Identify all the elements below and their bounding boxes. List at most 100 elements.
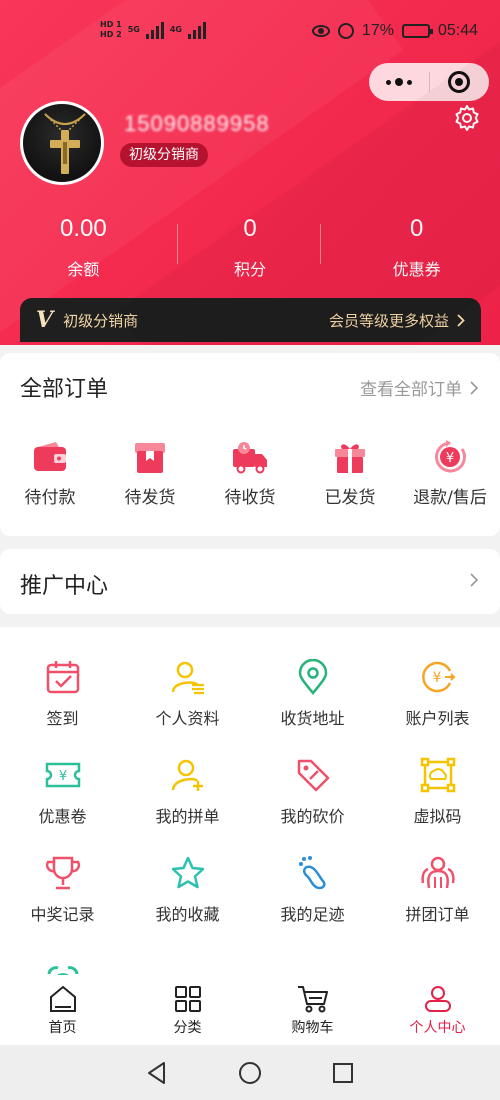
user-profile-icon — [171, 661, 204, 695]
gear-icon — [455, 105, 479, 131]
order-status-label: 退款/售后 — [413, 488, 487, 508]
grid-item-label: 签到 — [46, 709, 79, 728]
stat-value: 0.00 — [59, 215, 107, 242]
grid-item-coupons[interactable]: ¥ 优惠卷 — [0, 757, 125, 827]
avatar[interactable] — [20, 101, 104, 185]
stat-label: 余额 — [67, 260, 100, 279]
user-add-icon — [171, 759, 203, 791]
grid-item-group-orders[interactable]: 拼团订单 — [375, 855, 500, 925]
order-status-label: 待付款 — [24, 488, 76, 508]
back-icon[interactable] — [146, 1061, 168, 1085]
bottom-tab-bar: 首页 分类 购物车 个人中心 — [0, 975, 500, 1045]
grid-item-label: 我的收藏 — [155, 905, 220, 924]
trophy-icon — [45, 856, 80, 890]
settings-button[interactable] — [453, 104, 481, 136]
grid-item-virtual-code[interactable]: 虚拟码 — [375, 757, 500, 827]
calendar-check-icon — [46, 661, 79, 694]
vip-badge-icon: V — [36, 307, 54, 333]
order-status-label: 待收货 — [224, 488, 276, 508]
battery-percent: 17% — [361, 22, 394, 39]
order-pending-payment[interactable]: 待付款 — [0, 439, 100, 508]
signal-indicators: HD 1 HD 2 5G 4G — [100, 20, 206, 40]
more-icon[interactable] — [369, 78, 429, 86]
tab-label: 购物车 — [291, 1020, 334, 1036]
grid-item-address[interactable]: 收货地址 — [250, 659, 375, 729]
vip-benefits-label: 会员等级更多权益 — [328, 311, 449, 330]
miniprogram-capsule — [369, 63, 489, 101]
refund-icon: ¥ — [435, 440, 466, 473]
view-all-orders-link[interactable]: 查看全部订单 — [360, 375, 478, 400]
orders-card: 全部订单 查看全部订单 待付款 待发货 待收货 已发货 ¥ 退款/售后 — [0, 353, 500, 536]
tab-label: 分类 — [173, 1020, 202, 1036]
status-bar: HD 1 HD 2 5G 4G 17% 05:44 — [0, 18, 500, 46]
order-status-label: 已发货 — [324, 488, 376, 508]
vip-benefits-link[interactable]: 会员等级更多权益 — [329, 310, 465, 331]
price-tag-icon — [297, 759, 329, 792]
svg-text:¥: ¥ — [446, 451, 454, 466]
sim2-label: HD 2 — [100, 30, 122, 39]
delivery-truck-icon — [233, 442, 267, 474]
category-grid-icon — [174, 986, 201, 1012]
stat-points[interactable]: 0 积分 — [167, 212, 334, 282]
order-refund-aftersale[interactable]: ¥ 退款/售后 — [400, 439, 500, 508]
gift-icon — [335, 444, 365, 473]
signal-bars-icon — [187, 21, 206, 39]
grid-item-label: 个人资料 — [155, 709, 220, 728]
svg-text:¥: ¥ — [58, 769, 66, 784]
grid-item-footprints[interactable]: 我的足迹 — [250, 855, 375, 925]
grid-item-label: 收货地址 — [280, 709, 345, 728]
group-order-icon — [420, 856, 455, 889]
order-pending-receipt[interactable]: 待收货 — [200, 439, 300, 508]
tab-profile[interactable]: 个人中心 — [375, 975, 500, 1045]
grid-item-accounts[interactable]: ¥ 账户列表 — [375, 659, 500, 729]
view-all-orders-label: 查看全部订单 — [360, 380, 462, 400]
grid-item-checkin[interactable]: 签到 — [0, 659, 125, 729]
grid-item-group-buy[interactable]: 我的拼单 — [125, 757, 250, 827]
user-phone: 15090889958 — [124, 111, 270, 136]
order-status-row: 待付款 待发货 待收货 已发货 ¥ 退款/售后 — [0, 439, 500, 508]
signal-bars-icon — [145, 21, 164, 39]
grid-item-label: 我的足迹 — [280, 905, 345, 924]
vip-bar[interactable]: V 初级分销商 会员等级更多权益 — [20, 298, 481, 342]
eye-icon — [311, 25, 330, 37]
grid-item-bargain[interactable]: 我的砍价 — [250, 757, 375, 827]
package-icon — [135, 443, 165, 473]
cross-pendant-icon — [44, 113, 86, 174]
alarm-icon — [337, 23, 354, 39]
star-icon — [171, 856, 204, 889]
clock: 05:44 — [437, 22, 478, 39]
stat-coupons[interactable]: 0 优惠券 — [333, 212, 500, 282]
person-icon — [424, 986, 451, 1012]
stat-balance[interactable]: 0.00 余额 — [0, 212, 167, 282]
tab-label: 个人中心 — [409, 1020, 466, 1036]
level-badge: 初级分销商 — [120, 143, 208, 167]
tab-home[interactable]: 首页 — [0, 975, 125, 1045]
account-stats: 0.00 余额 0 积分 0 优惠券 — [0, 212, 500, 282]
order-shipped[interactable]: 已发货 — [300, 439, 400, 508]
tab-label: 首页 — [48, 1020, 77, 1036]
grid-item-prize-records[interactable]: 中奖记录 — [0, 855, 125, 925]
chevron-right-icon — [457, 313, 465, 327]
sim1-label: HD 1 — [100, 20, 122, 29]
promotion-center-row[interactable]: 推广中心 — [0, 549, 500, 614]
grid-item-label: 我的拼单 — [155, 807, 220, 826]
grid-item-label: 拼团订单 — [405, 905, 470, 924]
target-icon — [448, 71, 471, 93]
tab-category[interactable]: 分类 — [125, 975, 250, 1045]
stat-label: 积分 — [234, 260, 267, 279]
close-miniprogram-button[interactable] — [429, 71, 489, 93]
footprint-icon — [298, 856, 326, 890]
stat-label: 优惠券 — [392, 260, 441, 279]
order-pending-shipment[interactable]: 待发货 — [100, 439, 200, 508]
promotion-center-title: 推广中心 — [20, 574, 109, 599]
net1-label: 5G — [127, 25, 140, 34]
home-icon — [49, 985, 76, 1012]
grid-item-favorites[interactable]: 我的收藏 — [125, 855, 250, 925]
home-circle-icon[interactable] — [238, 1061, 262, 1085]
grid-item-profile[interactable]: 个人资料 — [125, 659, 250, 729]
tab-cart[interactable]: 购物车 — [250, 975, 375, 1045]
net2-label: 4G — [169, 25, 182, 34]
stat-value: 0 — [243, 215, 257, 242]
recents-square-icon[interactable] — [332, 1062, 354, 1084]
stat-divider — [320, 224, 321, 264]
